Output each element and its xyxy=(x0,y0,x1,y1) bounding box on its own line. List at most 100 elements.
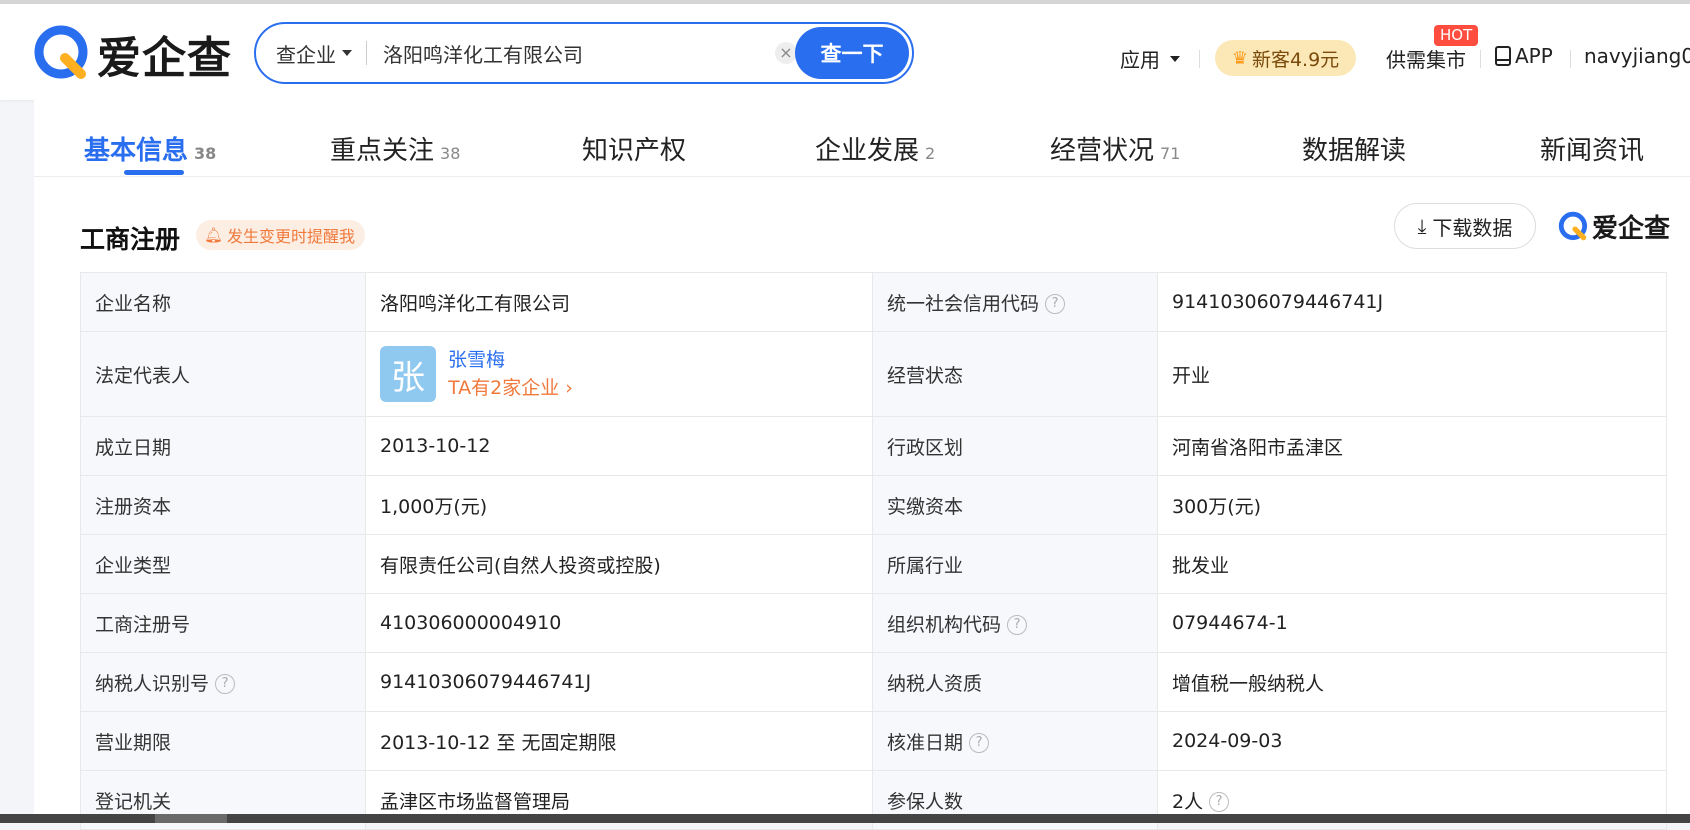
term-value: 2013-10-12 至 无固定期限 xyxy=(365,711,873,771)
download-data-button[interactable]: ⤓ 下载数据 xyxy=(1394,203,1536,249)
tab-label: 基本信息 xyxy=(84,136,189,166)
download-label: 下载数据 xyxy=(1432,215,1513,240)
bell-icon: 🔔︎ xyxy=(204,226,224,244)
credit-code-value: 91410306079446741J xyxy=(1157,272,1667,332)
tab-basic-info[interactable]: 基本信息 38 xyxy=(84,130,216,167)
search-divider xyxy=(366,41,367,65)
field-label: 核准日期? xyxy=(872,711,1158,771)
crown-icon: ♛ xyxy=(1231,47,1248,69)
logo-q-icon xyxy=(34,25,88,79)
chevron-right-icon: › xyxy=(565,377,573,399)
taxpayer-qual-value: 增值税一般纳税人 xyxy=(1157,652,1667,712)
table-row: 成立日期 2013-10-12 行政区划 河南省洛阳市孟津区 xyxy=(80,416,1667,476)
avatar[interactable]: 张 xyxy=(380,346,436,402)
app-label: APP xyxy=(1515,44,1553,68)
market-link[interactable]: 供需集市 xyxy=(1386,44,1466,73)
phone-icon xyxy=(1495,46,1511,66)
site-logo[interactable]: 爱企查 xyxy=(33,24,232,84)
tab-label: 企业发展 xyxy=(815,136,920,166)
remind-label: 发生变更时提醒我 xyxy=(227,227,356,246)
caret-down-icon xyxy=(1170,55,1180,62)
tab-news[interactable]: 新闻资讯 xyxy=(1540,130,1644,167)
search-type-dropdown[interactable]: 查企业 xyxy=(276,39,352,68)
tab-development[interactable]: 企业发展 2 xyxy=(815,130,935,167)
download-icon: ⤓ xyxy=(1417,214,1427,238)
legal-rep-cell: 张 张雪梅 TA有2家企业 › xyxy=(365,331,873,417)
vip-offer-button[interactable]: ♛ 新客4.9元 xyxy=(1215,40,1356,76)
taxpayer-id-value: 91410306079446741J xyxy=(365,652,873,712)
field-label: 经营状态 xyxy=(872,331,1158,417)
table-row: 法定代表人 张 张雪梅 TA有2家企业 › 经营状态 开业 xyxy=(80,331,1667,417)
field-label: 工商注册号 xyxy=(80,593,366,653)
reg-number-value: 410306000004910 xyxy=(365,593,873,653)
table-row: 企业类型 有限责任公司(自然人投资或控股) 所属行业 批发业 xyxy=(80,534,1667,594)
nav-divider xyxy=(1570,50,1571,68)
field-label: 成立日期 xyxy=(80,416,366,476)
search-bar: 查企业 × 查一下 xyxy=(254,22,914,84)
user-menu[interactable]: navyjiang08 xyxy=(1584,44,1690,68)
help-icon[interactable]: ? xyxy=(1209,792,1230,812)
apps-menu[interactable]: 应用 xyxy=(1120,44,1180,73)
caret-down-icon xyxy=(342,50,352,56)
change-remind-button[interactable]: 🔔︎ 发生变更时提醒我 xyxy=(196,220,366,250)
reg-capital-value: 1,000万(元) xyxy=(365,475,873,535)
legal-rep-info: 张雪梅 TA有2家企业 › xyxy=(448,346,573,402)
help-icon[interactable]: ? xyxy=(1045,294,1066,314)
table-row: 纳税人识别号? 91410306079446741J 纳税人资质 增值税一般纳税… xyxy=(80,652,1667,712)
field-label: 纳税人资质 xyxy=(872,652,1158,712)
tab-key-focus[interactable]: 重点关注 38 xyxy=(330,130,460,167)
help-icon[interactable]: ? xyxy=(969,733,990,753)
vip-offer-label: 新客4.9元 xyxy=(1251,48,1340,71)
region-value: 河南省洛阳市孟津区 xyxy=(1157,416,1667,476)
tab-label: 数据解读 xyxy=(1302,136,1407,166)
field-label: 实缴资本 xyxy=(872,475,1158,535)
section-tabs: 基本信息 38 重点关注 38 知识产权 企业发展 2 经营状况 71 数据解读 新闻资… xyxy=(34,100,1690,177)
insured-value: 2人 xyxy=(1172,790,1204,813)
tab-operations[interactable]: 经营状况 71 xyxy=(1050,130,1180,167)
section-title: 工商注册 xyxy=(80,225,181,254)
help-icon[interactable]: ? xyxy=(215,674,236,694)
market-label: 供需集市 xyxy=(1386,48,1466,72)
field-label: 企业类型 xyxy=(80,534,366,594)
apps-menu-label: 应用 xyxy=(1120,48,1160,72)
tab-count: 71 xyxy=(1160,144,1181,163)
company-type-value: 有限责任公司(自然人投资或控股) xyxy=(365,534,873,594)
legal-rep-name-link[interactable]: 张雪梅 xyxy=(448,346,573,374)
help-icon[interactable]: ? xyxy=(1007,615,1028,635)
field-label: 纳税人识别号? xyxy=(80,652,366,712)
paid-capital-value: 300万(元) xyxy=(1157,475,1667,535)
status-value: 开业 xyxy=(1157,331,1667,417)
tab-data-insights[interactable]: 数据解读 xyxy=(1302,130,1406,167)
horizontal-scrollbar[interactable] xyxy=(0,814,1690,823)
tab-count: 38 xyxy=(440,144,461,163)
tab-count: 2 xyxy=(925,144,936,163)
hot-badge: HOT xyxy=(1434,25,1479,46)
field-label: 企业名称 xyxy=(80,272,366,332)
org-code-value: 07944674-1 xyxy=(1157,593,1667,653)
company-name-value: 洛阳鸣洋化工有限公司 xyxy=(365,272,873,332)
clear-search-icon[interactable]: × xyxy=(775,42,797,64)
industry-value: 批发业 xyxy=(1157,534,1667,594)
org-code-label: 组织机构代码 xyxy=(887,613,1002,636)
scrollbar-thumb[interactable] xyxy=(155,814,227,823)
table-row: 注册资本 1,000万(元) 实缴资本 300万(元) xyxy=(80,475,1667,535)
field-label: 所属行业 xyxy=(872,534,1158,594)
search-input[interactable] xyxy=(381,40,765,66)
approval-date-label: 核准日期 xyxy=(887,731,964,754)
registration-table: 企业名称 洛阳鸣洋化工有限公司 统一社会信用代码? 91410306079446… xyxy=(80,272,1667,830)
app-download-link[interactable]: APP xyxy=(1494,44,1553,68)
search-button[interactable]: 查一下 xyxy=(795,27,909,79)
companies-label: TA有2家企业 xyxy=(448,377,560,399)
field-label: 法定代表人 xyxy=(80,331,366,417)
tab-count: 38 xyxy=(194,144,217,163)
main-content: 基本信息 38 重点关注 38 知识产权 企业发展 2 经营状况 71 数据解读 新闻资… xyxy=(34,100,1690,830)
tab-ip[interactable]: 知识产权 xyxy=(582,130,686,167)
field-label: 组织机构代码? xyxy=(872,593,1158,653)
table-row: 工商注册号 410306000004910 组织机构代码? 07944674-1 xyxy=(80,593,1667,653)
legal-rep-companies-link[interactable]: TA有2家企业 › xyxy=(448,374,573,402)
username: navyjiang08 xyxy=(1584,44,1690,68)
nav-divider xyxy=(1480,50,1481,68)
field-label: 营业期限 xyxy=(80,711,366,771)
logo-q-icon xyxy=(1558,211,1588,240)
table-row: 营业期限 2013-10-12 至 无固定期限 核准日期? 2024-09-03 xyxy=(80,711,1667,771)
